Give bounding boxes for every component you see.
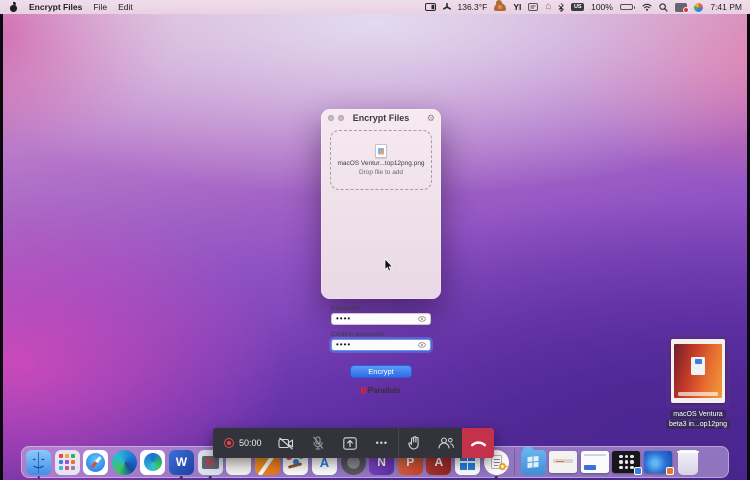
- menu-app-name[interactable]: Encrypt Files: [29, 2, 82, 12]
- menu-edit[interactable]: Edit: [118, 2, 133, 12]
- home-icon[interactable]: ⌂: [545, 2, 551, 12]
- desktop-file-icon[interactable]: macOS Ventura beta3 in...op12png: [663, 334, 733, 429]
- encrypt-files-dialog: Encrypt Files ⚙ macOS Ventur...top12png.…: [321, 109, 441, 395]
- dock-trash-icon[interactable]: [676, 449, 699, 475]
- input-source-badge[interactable]: US: [571, 3, 585, 11]
- recording-indicator: 50:00: [213, 438, 271, 448]
- dock-edge-icon[interactable]: [111, 449, 137, 475]
- dock-finder-icon[interactable]: [26, 449, 51, 479]
- desktop-icon-label: macOS Ventura beta3 in...op12png: [666, 410, 730, 429]
- cloud-app-icon[interactable]: [494, 0, 507, 11]
- screen-edge-left: [0, 14, 3, 480]
- confirm-password-field[interactable]: ••••: [331, 339, 431, 351]
- menu-bar-clock[interactable]: 7:41 PM: [710, 2, 742, 12]
- password-label: Password:: [331, 305, 362, 312]
- minimized-app-badge: [634, 467, 643, 475]
- recording-timer: 50:00: [239, 438, 262, 448]
- dock-safari-icon[interactable]: [83, 449, 109, 475]
- window-app-icon[interactable]: [528, 2, 539, 12]
- file-preview-thumbnail: [671, 339, 725, 403]
- circle-app-icon[interactable]: [694, 2, 704, 12]
- dock-windows-folder-icon[interactable]: [520, 447, 546, 475]
- thumbnail-dock: [677, 392, 719, 396]
- bluetooth-icon[interactable]: [558, 2, 565, 12]
- show-password-icon[interactable]: [418, 316, 426, 322]
- menu-bar: Encrypt Files File Edit 136.3°F YI ⌂ US …: [0, 0, 750, 14]
- desktop-icon-selection: [666, 334, 730, 408]
- record-dot-icon: [224, 438, 234, 448]
- parallels-bars-icon: [361, 387, 366, 394]
- password-value: ••••: [336, 314, 352, 323]
- search-icon[interactable]: [659, 2, 668, 12]
- confirm-password-label: Confirm password:: [331, 331, 386, 338]
- dock-minimized-window-1[interactable]: [549, 451, 578, 473]
- dock-launchpad-icon[interactable]: [54, 449, 80, 475]
- participants-button[interactable]: [430, 428, 462, 458]
- battery-percent: 100%: [591, 2, 613, 12]
- dock-minimized-keypad-window[interactable]: [612, 451, 643, 475]
- camera-off-button[interactable]: [271, 428, 303, 458]
- hang-up-button[interactable]: [462, 428, 495, 458]
- dock-edge-beta-icon[interactable]: [140, 449, 166, 475]
- dialog-titlebar: Encrypt Files ⚙: [321, 109, 441, 127]
- display-icon[interactable]: [424, 2, 436, 12]
- dropped-file-name: macOS Ventur...top12png.png: [337, 160, 425, 167]
- minimize-window-button[interactable]: [338, 115, 344, 121]
- mouse-cursor: [384, 259, 394, 272]
- gear-icon[interactable]: ⚙: [427, 113, 435, 123]
- file-thumbnail-icon: [375, 144, 387, 158]
- share-screen-button[interactable]: [334, 428, 366, 458]
- dock-separator: [514, 449, 516, 475]
- dock-minimized-windows11-window[interactable]: [644, 451, 675, 475]
- password-field[interactable]: ••••: [331, 313, 431, 325]
- dock-word-icon[interactable]: W: [168, 449, 194, 479]
- show-confirm-password-icon[interactable]: [418, 342, 426, 348]
- dialog-title: Encrypt Files: [352, 113, 410, 123]
- fan-sensor-icon[interactable]: [442, 2, 451, 12]
- key-icon: [498, 462, 509, 470]
- minimized-app-badge-2: [666, 467, 675, 475]
- file-drop-zone[interactable]: macOS Ventur...top12png.png Drop file to…: [330, 130, 432, 190]
- wifi-icon[interactable]: [642, 2, 652, 12]
- parallels-logo: Parallels: [321, 386, 441, 395]
- more-options-button[interactable]: •••: [366, 428, 398, 458]
- screen-share-status-icon[interactable]: [675, 2, 690, 13]
- battery-icon[interactable]: [619, 3, 636, 11]
- raise-hand-button[interactable]: [399, 428, 431, 458]
- temperature-reading[interactable]: 136.3°F: [458, 2, 488, 12]
- confirm-password-value: ••••: [336, 340, 352, 349]
- mic-off-button[interactable]: [302, 428, 334, 458]
- apple-menu-icon[interactable]: [10, 3, 18, 12]
- dock-minimized-window-2[interactable]: [580, 451, 609, 473]
- drop-hint-text: Drop file to add: [358, 169, 404, 176]
- yi-app-icon[interactable]: YI: [513, 2, 521, 12]
- parallels-brand-name: Parallels: [367, 386, 401, 395]
- thumbnail-window: [691, 356, 705, 375]
- call-control-toolbar: 50:00 •••: [213, 428, 495, 458]
- encrypt-button[interactable]: Encrypt: [350, 365, 412, 378]
- menu-file[interactable]: File: [93, 2, 107, 12]
- close-window-button[interactable]: [328, 115, 334, 121]
